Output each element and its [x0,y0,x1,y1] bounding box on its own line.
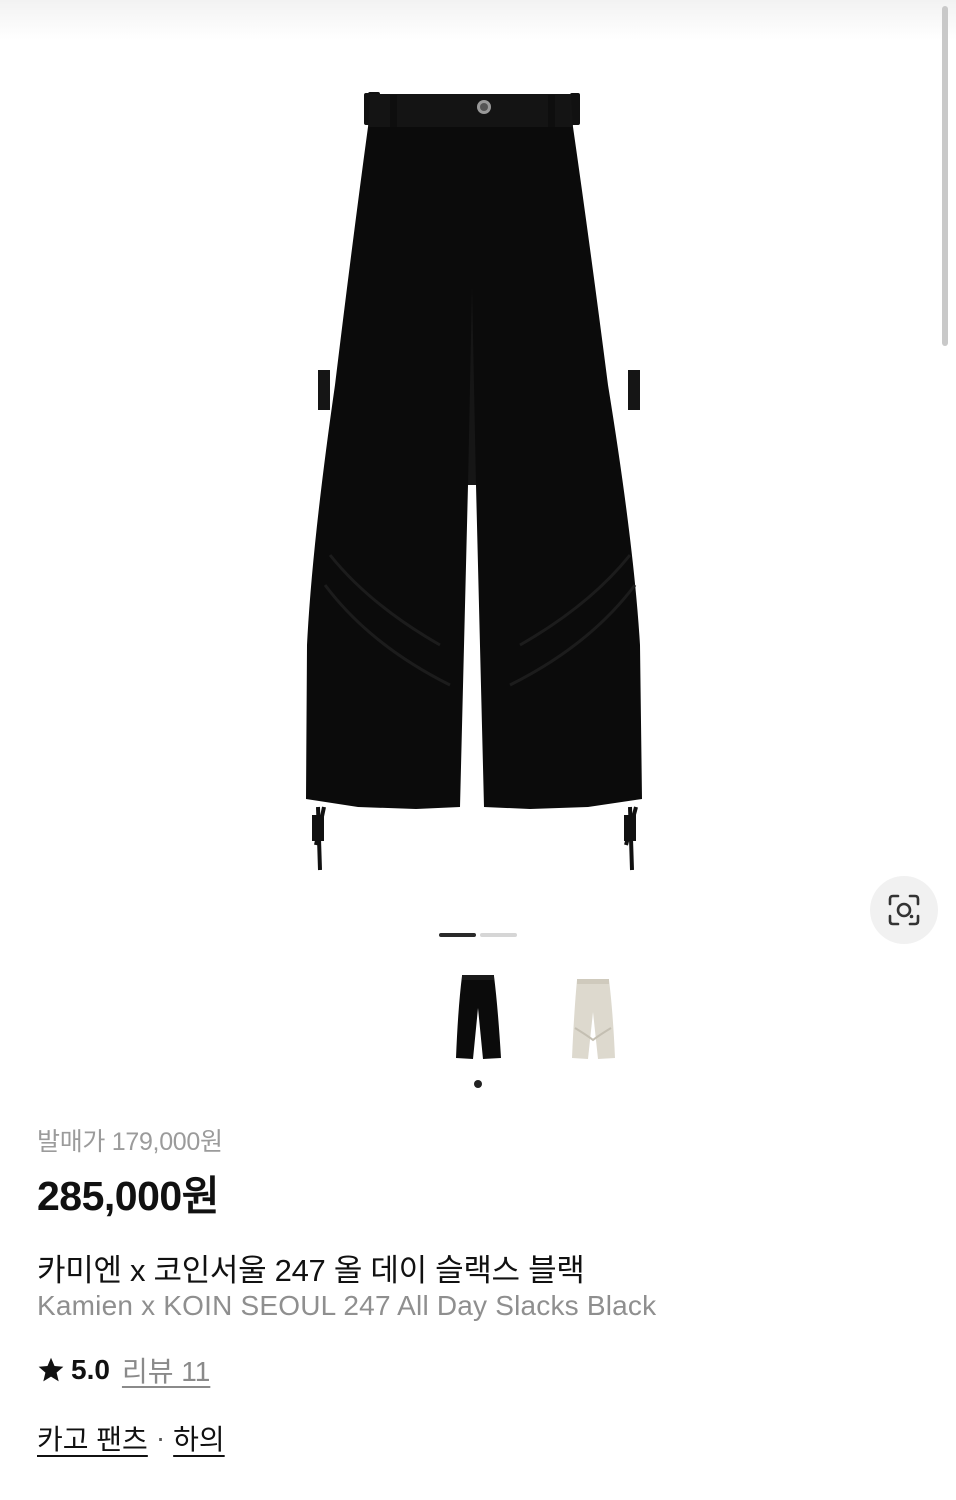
image-pager [439,933,517,937]
product-name-english: Kamien x KOIN SEOUL 247 All Day Slacks B… [37,1290,657,1321]
black-pants-image [306,92,642,871]
scrollbar[interactable] [942,6,948,346]
pager-indicator-active [439,933,476,937]
review-count-link[interactable]: 리뷰 11 [122,1350,210,1390]
rating-row: 5.0 리뷰 11 [37,1352,210,1388]
thumbnail-black[interactable] [438,968,518,1068]
top-shade [0,0,956,40]
black-pants-thumbnail [456,975,501,1059]
product-main-image[interactable] [290,85,665,885]
star-icon [38,1357,64,1382]
category-link-cargo-pants[interactable]: 카고 팬츠 [37,1418,148,1458]
category-breadcrumb: 카고 팬츠 · 하의 [37,1418,225,1458]
release-price: 발매가 179,000원 [37,1128,223,1156]
pager-indicator [480,933,517,937]
scan-icon [888,894,920,926]
ivory-pants-thumbnail [572,979,615,1059]
thumbnail-ivory[interactable] [553,968,633,1068]
thumbnail-selected-dot [474,1080,482,1088]
category-separator: · [155,1422,166,1453]
price: 285,000원 [37,1173,219,1219]
visual-search-button[interactable] [870,876,938,944]
category-link-bottoms[interactable]: 하의 [173,1418,225,1458]
product-name-korean: 카미엔 x 코인서울 247 올 데이 슬랙스 블랙 [37,1253,585,1288]
rating-score: 5.0 [71,1354,110,1385]
